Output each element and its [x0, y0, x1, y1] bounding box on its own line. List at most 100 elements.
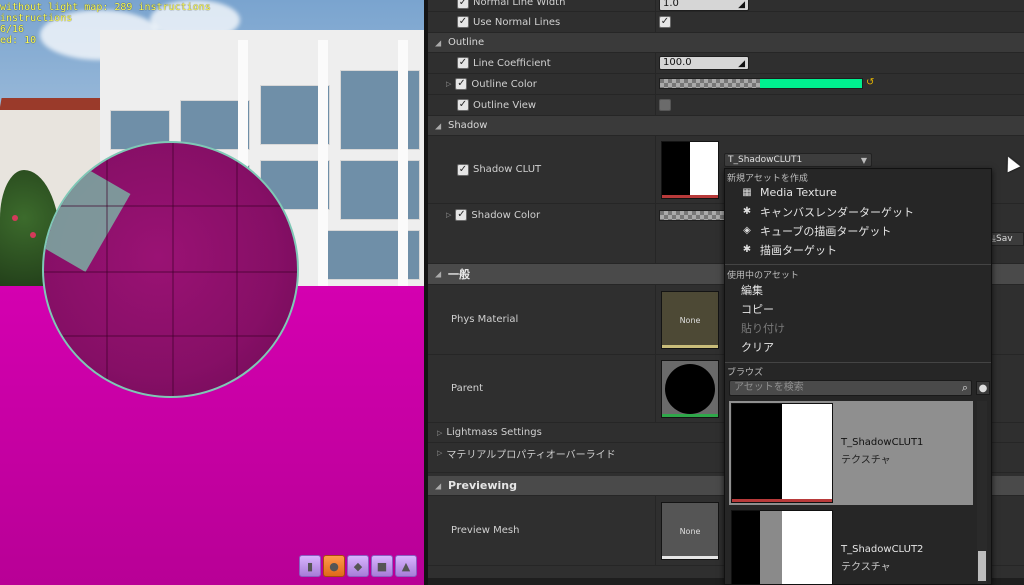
collapse-arrow-icon: ◢: [435, 269, 442, 279]
menu-item-clear[interactable]: クリア: [725, 337, 991, 356]
collapse-arrow-icon: ◢: [435, 121, 442, 130]
prop-label: Parent: [451, 383, 484, 394]
preview-mesh-thumbnail[interactable]: None: [661, 502, 719, 560]
asset-name: T_ShadowCLUT2: [841, 544, 924, 555]
override-checkbox[interactable]: ✓: [457, 57, 469, 69]
prop-label: Normal Line Width: [473, 0, 566, 8]
thumbnail-label: None: [679, 526, 701, 536]
shadow-color-swatch[interactable]: [659, 210, 729, 221]
input-value: 1.0: [663, 0, 679, 9]
prop-row-use-normal-lines: ✓ Use Normal Lines ✓: [428, 12, 1024, 33]
category-shadow[interactable]: ◢ Shadow: [428, 116, 1024, 136]
override-checkbox[interactable]: ✓: [457, 163, 469, 176]
asset-list-scrollbar[interactable]: [977, 401, 987, 584]
sphere-button[interactable]: ●: [323, 555, 345, 577]
view-options-button[interactable]: ●: [976, 381, 990, 395]
prop-row-outline-color: ▷ ✓ Outline Color ↺: [428, 74, 1024, 95]
menu-item-copy[interactable]: コピー: [725, 299, 991, 318]
stats-line: 6/16: [0, 24, 25, 35]
override-checkbox[interactable]: ✓: [457, 0, 469, 9]
category-label: Previewing: [448, 479, 517, 492]
asset-tile[interactable]: T_ShadowCLUT1 テクスチャ: [729, 401, 973, 505]
teapot-icon: ▲: [401, 559, 411, 573]
cube-button[interactable]: ■: [371, 555, 393, 577]
stats-line: instructions: [0, 13, 73, 24]
normal-line-width-input[interactable]: 1.0 ◢: [659, 0, 749, 11]
menu-item-label: Media Texture: [760, 186, 837, 199]
prop-label: マテリアルプロパティオーバーライド: [446, 449, 616, 461]
outline-view-checkbox[interactable]: [659, 99, 671, 111]
flower: [30, 232, 36, 238]
prop-label: Preview Mesh: [451, 525, 520, 536]
override-checkbox[interactable]: ✓: [457, 99, 469, 111]
asset-picker-dropdown: 新規アセットを作成 ▦ Media Texture ✱ キャンバスレンダーターゲ…: [724, 168, 992, 585]
menu-item-paste[interactable]: 貼り付け: [725, 318, 991, 337]
prop-label: Use Normal Lines: [473, 16, 561, 28]
menu-item-label: 編集: [741, 283, 763, 297]
chevron-down-icon: ▼: [860, 156, 867, 165]
teapot-button[interactable]: ▲: [395, 555, 417, 577]
menu-item-edit[interactable]: 編集: [725, 280, 991, 299]
category-label: Outline: [448, 37, 485, 48]
expand-arrow-icon[interactable]: ▷: [446, 211, 451, 219]
asset-search-input[interactable]: アセットを検索 ⌕: [729, 380, 972, 396]
collapse-arrow-icon: ◢: [435, 38, 442, 47]
menu-item-canvas-render-target[interactable]: ✱ キャンバスレンダーターゲット: [725, 202, 991, 221]
media-texture-icon: ▦: [742, 187, 752, 198]
outline-color-swatch[interactable]: [659, 78, 863, 89]
parent-material-thumbnail[interactable]: [661, 360, 719, 418]
material-sphere-preview: [665, 364, 715, 414]
shadow-clut-asset-picker[interactable]: T_ShadowCLUT1 ▼: [724, 153, 872, 167]
plane-button[interactable]: ◆: [347, 555, 369, 577]
phys-material-thumbnail[interactable]: None: [661, 291, 719, 349]
menu-item-media-texture[interactable]: ▦ Media Texture: [725, 183, 991, 202]
expand-arrow-icon[interactable]: ▷: [437, 449, 442, 457]
override-checkbox[interactable]: ✓: [455, 209, 468, 221]
render-target-icon: ✱: [742, 244, 752, 255]
menu-item-label: クリア: [741, 340, 774, 354]
use-normal-lines-checkbox[interactable]: ✓: [659, 16, 671, 28]
thumbnail-label: None: [679, 315, 701, 325]
asset-thumbnail: [731, 510, 833, 584]
prop-label: Shadow CLUT: [473, 164, 542, 175]
reset-to-default-icon[interactable]: ↺: [866, 77, 874, 88]
shadow-clut-thumbnail[interactable]: [661, 141, 719, 199]
menu-item-cube-render-target[interactable]: ◈ キューブの描画ターゲット: [725, 221, 991, 240]
sphere-icon: ●: [329, 559, 339, 573]
scrollbar-thumb[interactable]: [978, 551, 986, 581]
menu-item-render-target[interactable]: ✱ 描画ターゲット: [725, 240, 991, 259]
expand-arrow-icon[interactable]: ▷: [437, 429, 442, 437]
stats-line: without light map: 289 instructions: [0, 2, 211, 13]
menu-item-label: コピー: [741, 302, 774, 316]
render-target-icon: ✱: [742, 206, 752, 217]
cube-icon: ■: [376, 559, 388, 573]
asset-type: テクスチャ: [841, 562, 891, 573]
save-label: Sav: [995, 234, 1013, 244]
stats-line: ed: 10: [0, 35, 37, 46]
drag-handle-icon: ◢: [738, 59, 745, 69]
menu-item-label: 描画ターゲット: [760, 243, 837, 257]
save-button[interactable]: ⤓Sav: [988, 232, 1024, 246]
browse-header: ブラウズ: [727, 368, 764, 378]
color-fill: [760, 79, 862, 88]
building-pillar: [318, 40, 328, 290]
menu-item-label: キャンバスレンダーターゲット: [760, 205, 914, 219]
menu-item-label: キューブの描画ターゲット: [760, 224, 892, 238]
user-icon: ●: [978, 382, 988, 394]
plane-icon: ◆: [353, 559, 363, 573]
asset-tile[interactable]: T_ShadowCLUT2 テクスチャ: [729, 508, 973, 584]
asset-thumbnail: [731, 403, 833, 503]
prop-label: Line Coefficient: [473, 57, 551, 69]
expand-arrow-icon[interactable]: ▷: [446, 80, 451, 88]
prop-row-normal-line-width: ✓ Normal Line Width 1.0 ◢: [428, 0, 1024, 12]
material-preview-viewport[interactable]: without light map: 289 instructions inst…: [0, 0, 424, 585]
menu-separator: [725, 362, 991, 363]
cylinder-button[interactable]: ▮: [299, 555, 321, 577]
flower: [12, 215, 18, 221]
category-outline[interactable]: ◢ Outline: [428, 33, 1024, 53]
override-checkbox[interactable]: ✓: [457, 16, 469, 28]
asset-name: T_ShadowCLUT1: [841, 437, 924, 448]
override-checkbox[interactable]: ✓: [455, 78, 468, 90]
menu-separator: [725, 264, 991, 265]
line-coefficient-input[interactable]: 100.0 ◢: [659, 56, 749, 70]
